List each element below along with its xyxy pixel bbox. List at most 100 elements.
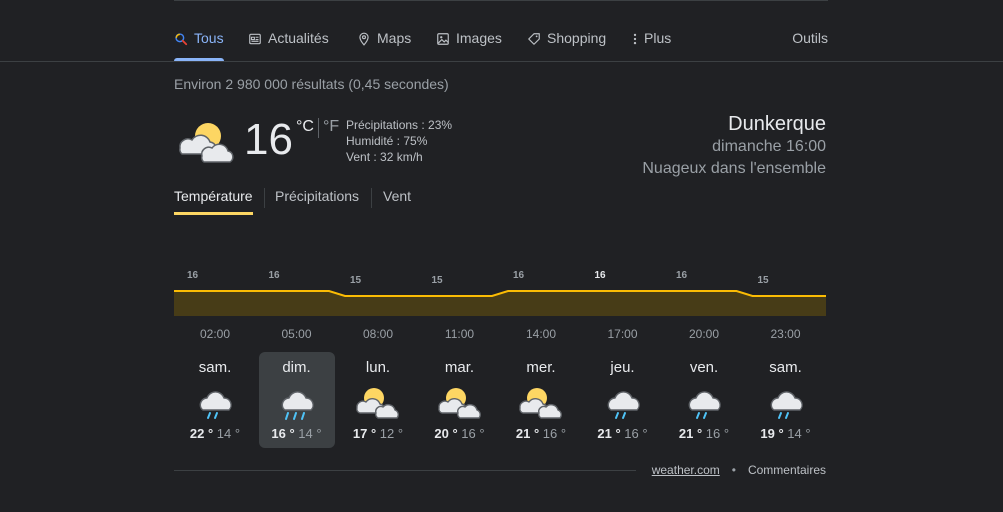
wind-text: Vent : 32 km/h <box>346 150 423 164</box>
hour-label: 02:00 <box>199 327 231 341</box>
tab-temperature[interactable]: Température <box>174 188 253 204</box>
day-name: dim. <box>282 359 311 376</box>
day-forecast-3[interactable]: mar. 20 ° 16 ° <box>422 352 498 448</box>
day-name: lun. <box>365 359 391 376</box>
footer-divider <box>174 470 636 471</box>
day-high-temp: 21 ° <box>678 426 706 441</box>
current-temperature: 16 <box>244 115 293 164</box>
humidity-text: Humidité : 75% <box>346 134 428 148</box>
unit-switch: °C °F <box>296 118 339 138</box>
day-temperatures: 20 ° 16 ° <box>422 426 498 441</box>
footer-separator: • <box>731 463 736 477</box>
tab-wind[interactable]: Vent <box>383 188 411 204</box>
nav-tab-all[interactable]: Tous <box>174 30 224 60</box>
day-high-temp: 21 ° <box>597 426 625 441</box>
day-forecast-0[interactable]: sam. 22 ° 14 ° <box>177 352 253 448</box>
day-name: sam. <box>198 359 232 376</box>
hour-label: 23:00 <box>770 327 801 341</box>
temperature-chart[interactable]: 16 16 15 15 16 16 16 15 <box>174 262 826 322</box>
day-high-temp: 19 ° <box>760 426 788 441</box>
search-icon <box>175 33 188 46</box>
day-low-temp: 16 ° <box>624 426 648 441</box>
nav-tab-more[interactable]: Plus <box>632 30 671 60</box>
partly-cloudy-icon <box>179 123 234 163</box>
source-link[interactable]: weather.com <box>652 463 720 477</box>
nav-tab-news[interactable]: Actualités <box>248 30 329 60</box>
tab-separator <box>264 188 265 208</box>
feedback-link[interactable]: Commentaires <box>748 463 826 477</box>
result-stats: Environ 2 980 000 résultats (0,45 second… <box>174 76 449 92</box>
hour-label: 08:00 <box>362 327 394 341</box>
temperature-label: 16 <box>187 270 199 281</box>
nav-tab-label: Tous <box>194 30 224 46</box>
top-divider <box>174 0 828 1</box>
day-name: mer. <box>526 359 556 376</box>
nav-tab-label: Shopping <box>547 30 607 46</box>
hour-label: 05:00 <box>281 327 312 341</box>
day-temperatures: 21 ° 16 ° <box>503 426 579 441</box>
active-weather-tab-indicator <box>174 212 253 215</box>
day-name: mar. <box>444 359 475 376</box>
temperature-label: 16 <box>676 270 688 281</box>
nav-tab-maps[interactable]: Maps <box>357 30 411 60</box>
day-low-temp: 16 ° <box>461 426 485 441</box>
image-icon <box>437 33 449 45</box>
temperature-label: 16 <box>513 270 525 281</box>
day-forecast-6[interactable]: ven. 21 ° 16 ° <box>666 352 742 448</box>
tab-precipitation[interactable]: Précipitations <box>275 188 359 204</box>
temperature-area <box>174 291 826 316</box>
nav-tab-shopping[interactable]: Shopping <box>527 30 606 60</box>
day-low-temp: 12 ° <box>379 426 404 441</box>
day-forecast-1[interactable]: dim. 16 ° 14 ° <box>258 352 335 448</box>
temperature-label: 15 <box>350 275 362 286</box>
day-high-temp: 21 ° <box>515 426 543 441</box>
location-condition: Nuageux dans l'ensemble <box>642 160 826 177</box>
partly-cloudy-icon <box>437 388 481 419</box>
partly-cloudy-icon <box>356 388 399 419</box>
nav-tab-label: Images <box>456 30 502 46</box>
day-high-temp: 17 ° <box>352 426 380 441</box>
day-high-temp: 20 ° <box>434 426 462 441</box>
location-time[interactable]: dimanche 16:00 <box>642 136 826 158</box>
day-forecast-5[interactable]: jeu. 21 ° 16 ° <box>585 352 661 448</box>
hour-label: 20:00 <box>688 327 720 341</box>
hour-axis: 02:00 05:00 08:00 11:00 14:00 17:00 20:00 23:00 <box>174 327 826 343</box>
footer: weather.com • Commentaires <box>652 463 826 477</box>
day-low-temp: 14 ° <box>216 426 241 441</box>
day-temperatures: 22 ° 14 ° <box>177 426 253 441</box>
temperature-label: 16 <box>595 270 607 281</box>
temperature-label: 16 <box>269 270 281 281</box>
tab-separator <box>371 188 372 208</box>
unit-separator <box>317 118 319 138</box>
day-low-temp: 14 ° <box>298 426 322 441</box>
location-city: Dunkerque <box>728 113 826 135</box>
rain-icon <box>199 391 232 419</box>
day-forecast-2[interactable]: lun. 17 ° 12 ° <box>340 352 416 448</box>
nav-tab-images[interactable]: Images <box>436 30 502 60</box>
day-low-temp: 14 ° <box>787 426 811 441</box>
nav-tab-label: Maps <box>377 30 412 46</box>
temperature-label: 15 <box>432 275 444 286</box>
precipitation-text: Précipitations : 23% <box>346 118 453 132</box>
rain-icon <box>607 391 640 419</box>
day-name: sam. <box>769 359 802 376</box>
day-temperatures: 16 ° 14 ° <box>259 426 335 441</box>
fahrenheit-unit[interactable]: °F <box>323 118 339 138</box>
celsius-unit[interactable]: °C <box>296 118 314 138</box>
hour-label: 17:00 <box>607 327 638 341</box>
day-forecast-4[interactable]: mer. 21 ° 16 ° <box>503 352 579 448</box>
daily-forecast: sam. 22 ° 14 ° dim. 16 ° 14 ° lun. 17 ° 12 ° m… <box>174 352 826 448</box>
news-icon <box>249 33 261 45</box>
day-temperatures: 21 ° 16 ° <box>585 426 661 441</box>
partly-cloudy-icon <box>519 388 562 419</box>
tools-button[interactable]: Outils <box>792 30 828 46</box>
hour-label: 14:00 <box>525 327 557 341</box>
nav-tab-label: Actualités <box>268 30 329 46</box>
day-name: ven. <box>689 359 719 376</box>
day-temperatures: 19 ° 14 ° <box>748 426 824 441</box>
day-high-temp: 22 ° <box>189 426 217 441</box>
search-nav: Tous Actualités Maps Images Shopping Plu… <box>174 30 828 61</box>
day-forecast-7[interactable]: sam. 19 ° 14 ° <box>748 352 824 448</box>
temperature-label: 15 <box>758 275 770 286</box>
map-pin-icon <box>359 32 369 46</box>
